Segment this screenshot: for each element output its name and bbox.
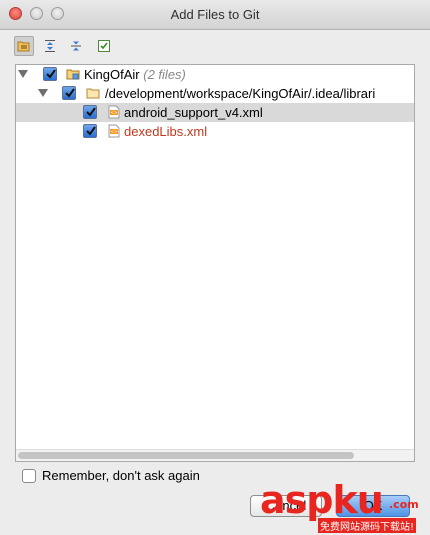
remember-label: Remember, don't ask again: [42, 468, 200, 483]
remember-checkbox[interactable]: [22, 469, 36, 483]
svg-text:<>: <>: [110, 110, 118, 116]
file-checkbox[interactable]: [83, 124, 97, 138]
folder-icon: [86, 88, 100, 99]
tree-row-file-0[interactable]: <> android_support_v4.xml: [16, 103, 414, 122]
title-bar: Add Files to Git: [0, 0, 430, 30]
root-checkbox[interactable]: [43, 67, 57, 81]
tree-row-folder[interactable]: /development/workspace/KingOfAir/.idea/l…: [16, 84, 414, 103]
horizontal-scrollbar[interactable]: [16, 449, 414, 461]
group-by-directory-icon: [17, 41, 30, 52]
tree-row-file-1[interactable]: <> dexedLibs.xml: [16, 122, 414, 141]
file-label: android_support_v4.xml: [124, 105, 263, 120]
root-label: KingOfAir (2 files): [84, 67, 186, 82]
collapse-all-icon: [71, 41, 81, 51]
watermark-subtitle: 免费网站源码下载站!: [318, 518, 417, 533]
expand-all-button[interactable]: [40, 36, 60, 56]
select-all-icon: [98, 40, 110, 52]
folder-label: /development/workspace/KingOfAir/.idea/l…: [105, 86, 376, 101]
expand-all-icon: [45, 40, 55, 52]
cancel-button[interactable]: Cancel: [250, 495, 322, 517]
scrollbar-thumb[interactable]: [18, 452, 354, 459]
select-all-button[interactable]: [94, 36, 114, 56]
window-title: Add Files to Git: [170, 7, 260, 22]
folder-checkbox[interactable]: [62, 86, 76, 100]
collapse-all-button[interactable]: [66, 36, 86, 56]
module-icon: [66, 69, 80, 80]
root-name: KingOfAir: [84, 67, 140, 82]
xml-file-icon: <>: [108, 105, 120, 119]
tree-row-root[interactable]: KingOfAir (2 files): [16, 65, 414, 84]
toolbar: [14, 36, 134, 58]
xml-file-icon: <>: [108, 124, 120, 138]
ok-button[interactable]: OK: [336, 495, 410, 517]
file-label: dexedLibs.xml: [124, 124, 208, 139]
changes-tree[interactable]: KingOfAir (2 files) /development/workspa…: [15, 64, 415, 462]
expand-arrow-icon[interactable]: [38, 89, 48, 97]
file-count: (2 files): [143, 67, 186, 82]
svg-text:<>: <>: [110, 129, 118, 135]
expand-arrow-icon[interactable]: [18, 70, 28, 78]
file-checkbox[interactable]: [83, 105, 97, 119]
group-by-directory-button[interactable]: [14, 36, 34, 56]
